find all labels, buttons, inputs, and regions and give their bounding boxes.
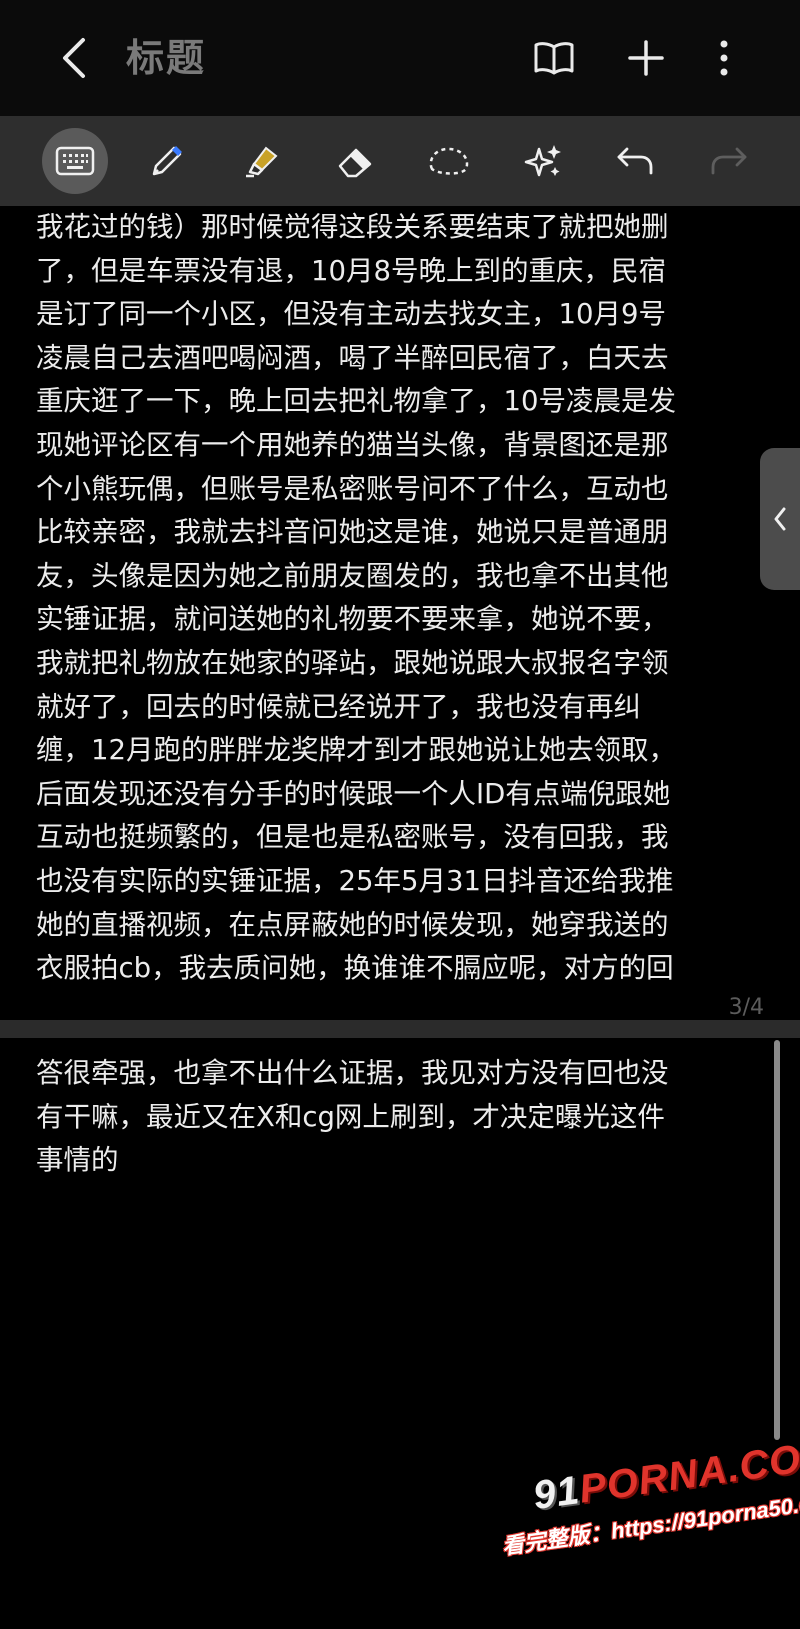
side-panel-handle[interactable] [760,448,800,590]
keyboard-tool-button[interactable] [42,128,108,194]
back-button[interactable] [48,30,100,86]
plus-icon [628,40,664,76]
pen-icon [152,146,182,176]
keyboard-icon [55,146,95,176]
note-page-3-text[interactable]: 我花过的钱）那时候觉得这段关系要结束了就把她删 了，但是车票没有退，10月8号晚… [36,206,766,991]
page-divider [0,1020,800,1038]
app-bar: 标题 [0,0,800,116]
eraser-tool-button[interactable] [322,128,388,194]
add-page-button[interactable] [622,34,670,82]
highlighter-tool-button[interactable] [228,128,294,194]
more-vertical-icon [720,40,728,76]
watermark: 91PORNA.COM 看完整版：https://91porna50.com [490,1418,800,1588]
sparkle-icon [524,145,561,177]
more-options-button[interactable] [704,34,744,82]
lasso-tool-button[interactable] [416,128,482,194]
redo-button[interactable] [696,128,762,194]
back-arrow-icon [63,38,85,78]
undo-button[interactable] [602,128,668,194]
lasso-select-icon [429,147,469,175]
redo-icon [711,147,747,175]
page-indicator: 3/4 [728,995,764,1020]
scrollbar[interactable] [774,1040,780,1440]
drawing-toolbar [0,116,800,206]
note-page-4-text[interactable]: 答很牵强，也拿不出什么证据，我见对方没有回也没 有干嘛，最近又在X和cg网上刷到… [36,1052,766,1183]
watermark-logo-prefix: 91 [530,1468,583,1519]
open-book-icon [534,42,574,75]
reading-mode-button[interactable] [530,34,578,82]
eraser-icon [338,148,372,178]
note-title[interactable]: 标题 [126,34,206,82]
pen-tool-button[interactable] [134,128,200,194]
chevron-left-icon [774,507,786,531]
highlighter-icon [246,146,278,178]
undo-icon [617,147,653,175]
ai-assist-button[interactable] [510,128,576,194]
